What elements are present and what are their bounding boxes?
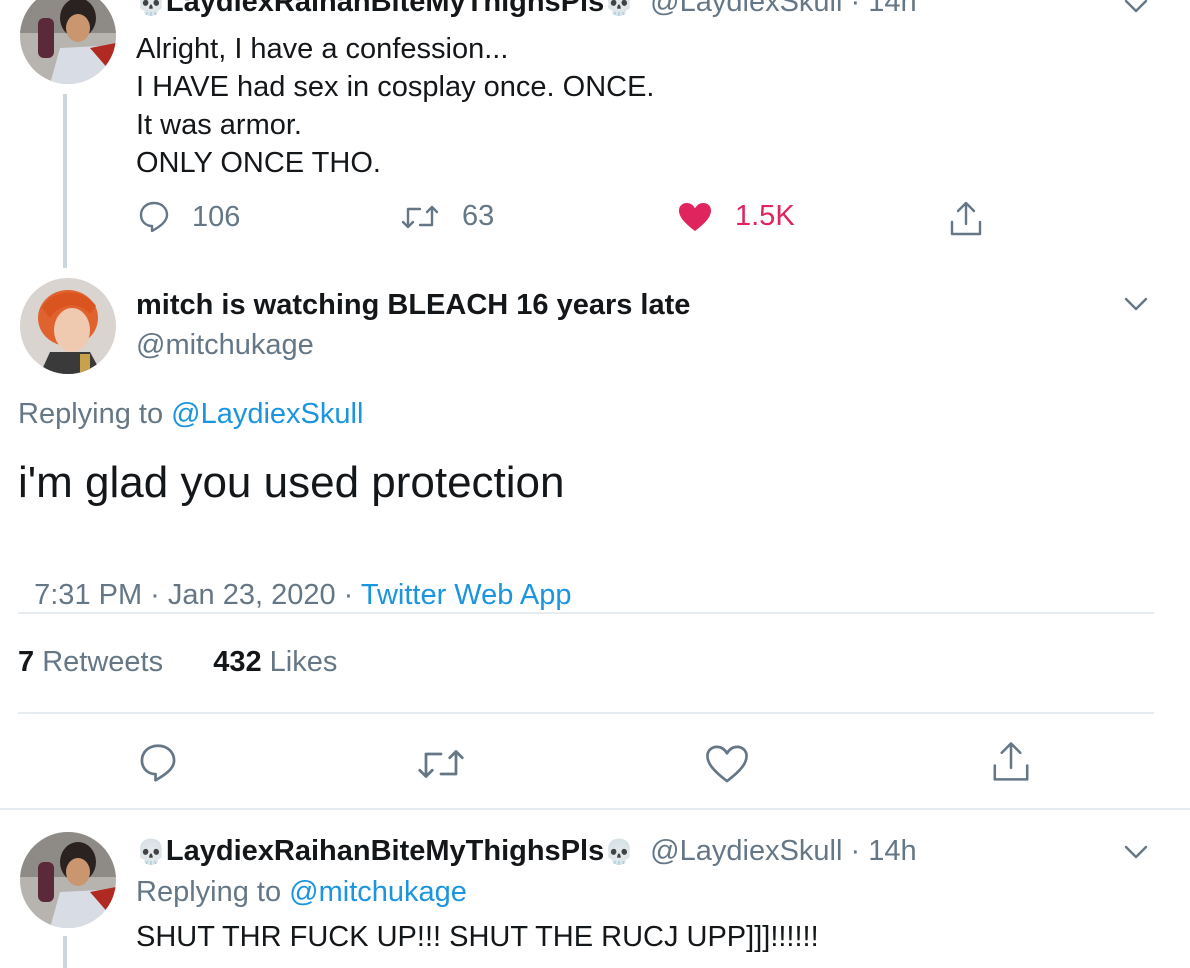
retweets-count: 7 — [18, 646, 35, 678]
skull-icon: 💀 — [136, 0, 166, 17]
likes-label: Likes — [269, 646, 338, 678]
parent-like-button[interactable]: 1.5K — [677, 200, 795, 233]
divider — [18, 612, 1154, 614]
reply-icon — [140, 744, 176, 782]
main-tweet-text: i'm glad you used protection — [18, 458, 565, 507]
skull-icon: 💀 — [604, 839, 635, 866]
skull-icon: 💀 — [136, 839, 166, 866]
parent-share-button[interactable] — [948, 200, 984, 238]
reply-icon — [139, 201, 169, 233]
parent-author-row[interactable]: 💀LaydiexRaihanBiteMyThighsPls💀 @LaydiexS… — [136, 0, 917, 19]
main-timestamp-row: 7:31 PM · Jan 23, 2020 · Twitter Web App — [18, 546, 571, 612]
parent-time[interactable]: 14h — [868, 0, 916, 18]
thread-line — [63, 94, 67, 268]
main-more-button[interactable] — [1122, 290, 1150, 323]
reply-tweet-text: SHUT THR FUCK UP!!! SHUT THE RUCJ UPP]]]… — [136, 921, 819, 953]
parent-reply-count: 106 — [192, 200, 241, 233]
retweet-icon — [401, 205, 439, 228]
parent-text-line: ONLY ONCE THO. — [136, 147, 381, 179]
engagement-stats: 7 Retweets 432 Likes — [18, 646, 337, 679]
main-timestamp[interactable]: 7:31 PM · Jan 23, 2020 · — [34, 579, 361, 611]
main-like-button[interactable] — [705, 744, 749, 789]
main-reply-button[interactable] — [138, 742, 178, 789]
main-handle[interactable]: @mitchukage — [136, 329, 314, 362]
parent-retweet-button[interactable]: 63 — [400, 200, 494, 233]
heart-icon — [706, 745, 748, 783]
parent-retweet-count: 63 — [462, 200, 495, 232]
reply-display-name[interactable]: LaydiexRaihanBiteMyThighsPls — [166, 835, 604, 867]
parent-more-button[interactable] — [1122, 0, 1150, 25]
parent-text-line: I HAVE had sex in cosplay once. ONCE. — [136, 71, 655, 103]
parent-display-name[interactable]: LaydiexRaihanBiteMyThighsPls — [166, 0, 604, 18]
parent-handle[interactable]: @LaydiexSkull — [650, 0, 842, 18]
divider — [18, 712, 1154, 714]
retweet-icon — [418, 750, 464, 778]
separator-dot: · — [850, 835, 869, 867]
separator-dot: · — [850, 0, 869, 18]
likes-stat[interactable]: 432 Likes — [213, 646, 337, 678]
heart-filled-icon — [679, 202, 711, 231]
main-display-name[interactable]: mitch is watching BLEACH 16 years late — [136, 289, 690, 322]
avatar-laydiex[interactable] — [20, 832, 116, 928]
parent-like-count: 1.5K — [735, 200, 795, 232]
retweets-stat[interactable]: 7 Retweets — [18, 646, 171, 678]
reply-time[interactable]: 14h — [868, 835, 916, 867]
reply-author-row[interactable]: 💀LaydiexRaihanBiteMyThighsPls💀 @LaydiexS… — [136, 835, 917, 868]
avatar-laydiex[interactable] — [20, 0, 116, 84]
chevron-down-icon — [1124, 297, 1148, 311]
parent-text-line: It was armor. — [136, 109, 302, 141]
thread-line — [63, 936, 67, 968]
skull-icon: 💀 — [604, 0, 635, 17]
reply-replying-row: Replying to @mitchukage — [136, 876, 467, 909]
replying-label: Replying to — [136, 876, 282, 908]
reply-more-button[interactable] — [1122, 838, 1150, 871]
share-icon — [993, 742, 1029, 781]
parent-text-line: Alright, I have a confession... — [136, 33, 509, 65]
chevron-down-icon — [1124, 0, 1148, 13]
main-replying-row: Replying to @LaydiexSkull — [18, 398, 363, 431]
reply-handle[interactable]: @LaydiexSkull — [650, 835, 842, 867]
main-share-button[interactable] — [990, 740, 1032, 789]
main-retweet-button[interactable] — [416, 744, 466, 789]
replying-to-link[interactable]: @LaydiexSkull — [171, 398, 363, 430]
likes-count: 432 — [213, 646, 262, 678]
main-source-link[interactable]: Twitter Web App — [361, 579, 572, 611]
share-icon — [950, 201, 982, 236]
replying-to-link[interactable]: @mitchukage — [289, 876, 467, 908]
divider — [0, 808, 1190, 810]
parent-tweet-text: Alright, I have a confession... I HAVE h… — [136, 30, 654, 182]
replying-label: Replying to — [18, 398, 164, 430]
retweets-label: Retweets — [42, 646, 164, 678]
avatar-mitchukage[interactable] — [20, 278, 116, 374]
chevron-down-icon — [1124, 845, 1148, 859]
parent-reply-button[interactable]: 106 — [138, 200, 240, 234]
